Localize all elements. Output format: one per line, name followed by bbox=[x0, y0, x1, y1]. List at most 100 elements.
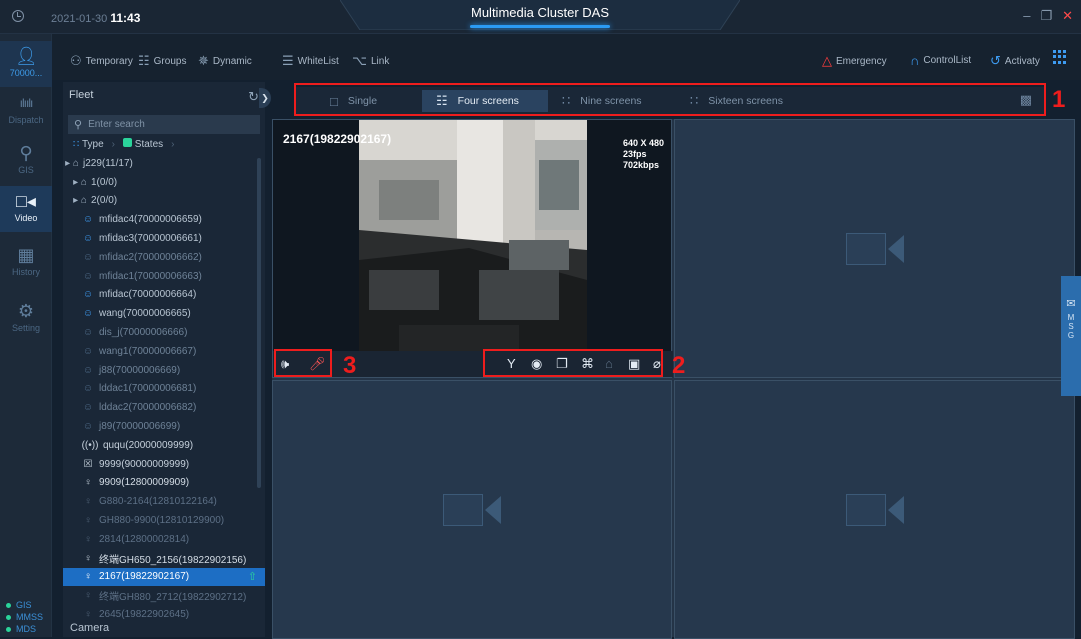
snapshot-icon[interactable]: ❐ bbox=[556, 356, 568, 372]
resolution-text: 640 X 480 bbox=[623, 138, 665, 148]
tree-row[interactable]: ☺ dis_j(70000006666) bbox=[63, 323, 265, 342]
sixteen-screens-icon: ∷ bbox=[690, 93, 699, 108]
nav-item-setting[interactable]: ⚙︎ Setting bbox=[0, 296, 52, 342]
tree-row-label: ququ(20000009999) bbox=[103, 439, 194, 451]
tree-row[interactable]: ▸ ⌂ j229(11/17) bbox=[63, 154, 265, 173]
app-grid-icon[interactable] bbox=[1053, 50, 1067, 64]
video-cell-1[interactable]: 2167(19822902167) 640 X 480 23fps 702kbp… bbox=[272, 119, 673, 378]
tree-row[interactable]: ☺ lddac1(70000006681) bbox=[63, 380, 265, 399]
nav-user[interactable]: 👤︎ 70000... bbox=[0, 41, 52, 87]
mode-sixteen-screens[interactable]: ∷ Sixteen screens bbox=[676, 90, 797, 112]
mic-mute-icon[interactable]: 🎤︎ bbox=[309, 356, 326, 372]
tree-row[interactable]: ♀ 终端GH650_2156(19822902156) bbox=[63, 549, 265, 568]
close-icon[interactable]: ✕ bbox=[1062, 8, 1073, 24]
link-button[interactable]: ⌥ Link bbox=[352, 53, 389, 69]
temporary-button[interactable]: ⚇ Temporary bbox=[70, 53, 133, 69]
headset-icon: ∩ bbox=[910, 53, 920, 68]
video-cell-4[interactable] bbox=[674, 380, 1075, 639]
tree-row-label: dis_j(70000006666) bbox=[99, 327, 188, 339]
nav-label: GIS bbox=[18, 165, 34, 175]
tree-row[interactable]: ☺ j89(70000006699) bbox=[63, 417, 265, 436]
tree-row[interactable]: ☺ mfidac2(70000006662) bbox=[63, 248, 265, 267]
tree-row-label: j88(70000006669) bbox=[99, 364, 181, 376]
mode-single[interactable]: □ Single bbox=[296, 90, 422, 112]
dynamic-button[interactable]: ✵ Dynamic bbox=[198, 53, 252, 69]
msg-side-tab[interactable]: ✉ M S G bbox=[1061, 276, 1081, 396]
activate-button[interactable]: ↺ Activaty bbox=[990, 53, 1040, 69]
search-input[interactable] bbox=[88, 119, 249, 130]
user-icon: ☺ bbox=[82, 364, 94, 376]
tree-row[interactable]: ☺ wang1(70000006667) bbox=[63, 342, 265, 361]
type-filter[interactable]: ∷ Type bbox=[73, 139, 104, 150]
dynamic-icon: ✵ bbox=[198, 53, 209, 68]
nav-item-dispatch[interactable]: ılıılı Dispatch bbox=[0, 88, 52, 134]
ptz-icon[interactable]: Υ bbox=[507, 356, 516, 371]
collapse-panel-button[interactable]: ❯ bbox=[259, 88, 271, 108]
main-toolbar: ⚇ Temporary ☷ Groups ✵ Dynamic ☰ WhiteLi… bbox=[52, 34, 1081, 80]
folder-icon: ▸ ⌂ bbox=[65, 157, 79, 169]
tree-scrollbar[interactable] bbox=[257, 158, 261, 488]
user-icon: ☺ bbox=[82, 383, 94, 395]
signal-off-icon[interactable]: ⌀ bbox=[653, 356, 661, 372]
type-grid-icon: ∷ bbox=[73, 138, 80, 150]
tree-row[interactable]: ☺ wang(70000006665) bbox=[63, 304, 265, 323]
tree-row-label: wang(70000006665) bbox=[99, 308, 191, 320]
user-icon: ☺ bbox=[82, 233, 94, 245]
crop-icon[interactable]: ⌘ bbox=[581, 356, 594, 372]
tree-row[interactable]: ▸ ⌂ 1(0/0) bbox=[63, 173, 265, 192]
refresh-icon[interactable]: ↻ bbox=[248, 89, 259, 104]
lock-icon[interactable]: ⌂ bbox=[605, 356, 613, 371]
window-controls: – ❐ ✕ bbox=[1023, 8, 1073, 24]
mode-four-screens[interactable]: ☷ Four screens bbox=[422, 90, 548, 112]
tree-row[interactable]: ☺ lddac2(70000006682) bbox=[63, 398, 265, 417]
tree-list: ▸ ⌂ j229(11/17) ▸ ⌂ 1(0/0) ▸ ⌂ 2(0/0) ☺ mfidac4… bbox=[63, 154, 265, 624]
annotation-number-1: 1 bbox=[1052, 86, 1066, 113]
user-icon: ☺ bbox=[82, 327, 94, 339]
user-icon: ☺ bbox=[82, 251, 94, 263]
groups-button[interactable]: ☷ Groups bbox=[138, 53, 186, 69]
nav-item-history[interactable]: ▦ History bbox=[0, 240, 52, 286]
tree-row[interactable]: ▸ ⌂ 2(0/0) bbox=[63, 192, 265, 211]
video-cell-3[interactable] bbox=[272, 380, 672, 639]
speaker-icon[interactable]: 🕪︎ bbox=[281, 356, 289, 372]
user-icon: ☺ bbox=[82, 270, 94, 282]
whitelist-button[interactable]: ☰ WhiteList bbox=[282, 53, 339, 69]
whitelist-icon: ☰ bbox=[282, 53, 294, 68]
locate-icon[interactable]: ⇧ bbox=[248, 570, 257, 583]
tree-row[interactable]: ((•)) ququ(20000009999) bbox=[63, 436, 265, 455]
tree-row[interactable]: ☺ j88(70000006669) bbox=[63, 361, 265, 380]
restore-icon[interactable]: ❐ bbox=[1040, 8, 1052, 24]
tree-row[interactable]: ☒ 9999(90000009999) bbox=[63, 455, 265, 474]
nav-item-gis[interactable]: ⚲ GIS bbox=[0, 138, 52, 184]
tree-row[interactable]: ☺ mfidac3(70000006661) bbox=[63, 229, 265, 248]
emergency-button[interactable]: △ Emergency bbox=[822, 53, 887, 69]
controllist-button[interactable]: ∩ ControlList bbox=[910, 53, 971, 68]
tree-row[interactable]: ♀ GH880-9900(12810129900) bbox=[63, 511, 265, 530]
tree-row[interactable]: ☺ mfidac1(70000006663) bbox=[63, 267, 265, 286]
qr-code-icon[interactable]: ▩ bbox=[1020, 92, 1032, 108]
user-icon: ♀ bbox=[84, 571, 92, 583]
server-status-list: GIS MMSS MDS bbox=[6, 599, 43, 635]
tree-row[interactable]: ♀ 终端GH880_2712(19822902712) bbox=[63, 586, 265, 605]
bitrate-text: 23fps 702kbps bbox=[623, 149, 660, 170]
camera-placeholder-icon bbox=[443, 493, 501, 526]
tree-row[interactable]: ☺ mfidac(70000006664) bbox=[63, 286, 265, 305]
record-icon[interactable]: ◉ bbox=[531, 356, 542, 372]
nav-item-video[interactable]: □◂ Video bbox=[0, 186, 52, 232]
tree-row[interactable]: ☺ mfidac4(70000006659) bbox=[63, 210, 265, 229]
user-icon: ☺ bbox=[82, 421, 94, 433]
message-icon: ✉ bbox=[1066, 298, 1076, 310]
minimize-icon[interactable]: – bbox=[1023, 8, 1030, 24]
mode-nine-screens[interactable]: ∷ Nine screens bbox=[548, 90, 676, 112]
save-icon[interactable]: ▣ bbox=[628, 356, 640, 372]
video-cell-2[interactable] bbox=[674, 119, 1075, 378]
tree-row[interactable]: ♀ G880-2164(12810122164) bbox=[63, 492, 265, 511]
user-icon: ☺ bbox=[82, 345, 94, 357]
tree-row[interactable]: ♀ 2814(12800002814) bbox=[63, 530, 265, 549]
camera-section-label[interactable]: Camera bbox=[70, 622, 109, 634]
nav-label: Video bbox=[14, 213, 38, 223]
time-text: 11:43 bbox=[110, 11, 141, 25]
tree-row[interactable]: ♀ 2167(19822902167) ⇧ bbox=[63, 567, 265, 587]
states-filter[interactable]: States bbox=[123, 138, 163, 150]
tree-row[interactable]: ♀ 9909(12800009909) bbox=[63, 474, 265, 493]
